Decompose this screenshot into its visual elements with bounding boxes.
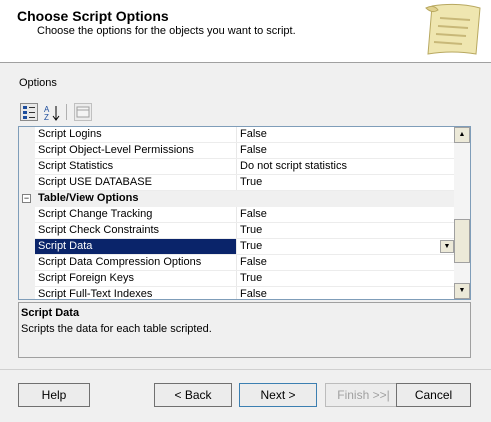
property-value[interactable]: True [237,271,455,286]
property-row[interactable]: Script USE DATABASE True [19,175,455,191]
property-value[interactable]: True [237,175,455,190]
property-name: Script Foreign Keys [35,271,237,286]
property-name: Script Statistics [35,159,237,174]
property-row[interactable]: Script Change Tracking False [19,207,455,223]
property-name: Script Check Constraints [35,223,237,238]
options-label: Options [19,77,57,89]
property-value[interactable]: False [237,143,455,158]
property-row[interactable]: Script Logins False [19,127,455,143]
scroll-thumb[interactable] [454,219,470,263]
property-pages-icon[interactable] [74,103,92,121]
page-subtitle: Choose the options for the objects you w… [37,25,296,37]
property-grid[interactable]: Script Logins False Script Object-Level Pe… [18,126,471,300]
property-value[interactable]: False [237,207,455,222]
toolbar-separator [66,104,67,120]
category-row[interactable]: − Table/View Options [19,191,455,207]
property-name: Script USE DATABASE [35,175,237,190]
script-scroll-icon [425,3,481,55]
property-name: Script Full-Text Indexes [35,287,237,299]
property-row[interactable]: Script Statistics Do not script statistic… [19,159,455,175]
property-value[interactable]: True [237,239,455,254]
property-row[interactable]: Script Object-Level Permissions False [19,143,455,159]
property-name: Script Data [35,239,237,254]
collapse-icon[interactable]: − [22,194,31,203]
property-row[interactable]: Script Foreign Keys True [19,271,455,287]
row-margin [19,223,35,239]
wizard-header: Choose Script Options Choose the options… [0,0,491,63]
help-button[interactable]: Help [18,383,90,407]
row-margin [19,159,35,175]
divider [0,369,491,370]
finish-button[interactable]: Finish >>| [325,383,402,407]
page-title: Choose Script Options [17,8,169,24]
property-row[interactable]: Script Check Constraints True [19,223,455,239]
cancel-button[interactable]: Cancel [396,383,471,407]
row-margin [19,255,35,271]
property-row[interactable]: Script Data True ▼ [19,239,455,255]
property-name: Script Object-Level Permissions [35,143,237,158]
next-button[interactable]: Next > [239,383,317,407]
property-value[interactable]: False [237,287,455,299]
row-margin [19,207,35,223]
sort-az-icon[interactable]: A Z [42,103,60,122]
property-row[interactable]: Script Full-Text Indexes False [19,287,455,299]
row-margin [19,271,35,287]
back-button[interactable]: < Back [154,383,232,407]
property-value[interactable]: Do not script statistics [237,159,455,174]
row-margin: − [19,191,35,207]
row-margin [19,143,35,159]
row-margin [19,175,35,191]
row-margin [19,239,35,255]
svg-text:Z: Z [44,113,49,122]
property-value[interactable]: False [237,255,455,270]
property-name: Script Change Tracking [35,207,237,222]
dropdown-arrow-icon[interactable]: ▼ [440,240,454,253]
property-name: Script Data Compression Options [35,255,237,270]
scroll-down-icon[interactable]: ▼ [454,283,470,299]
property-value[interactable]: False [237,127,455,142]
description-text: Scripts the data for each table scripted… [21,323,212,335]
categorized-icon[interactable] [20,103,38,121]
property-row[interactable]: Script Data Compression Options False [19,255,455,271]
property-value[interactable]: True [237,223,455,238]
grid-scrollbar[interactable]: ▲ ▼ [454,127,470,299]
description-title: Script Data [21,307,80,319]
scroll-up-icon[interactable]: ▲ [454,127,470,143]
row-margin [19,127,35,143]
row-margin [19,287,35,299]
category-label: Table/View Options [35,191,455,206]
property-name: Script Logins [35,127,237,142]
description-panel: Script Data Scripts the data for each ta… [18,302,471,358]
